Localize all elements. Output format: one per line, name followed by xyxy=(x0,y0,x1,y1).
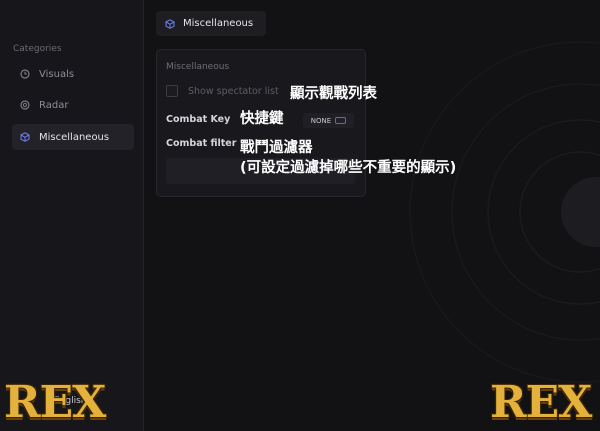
panel-title: Miscellaneous xyxy=(166,62,230,72)
sidebar-item-radar[interactable]: Radar xyxy=(12,92,134,118)
combat-key-annotation: 快捷鍵 xyxy=(240,111,284,127)
clock-icon xyxy=(20,69,30,79)
spectator-checkbox[interactable] xyxy=(166,85,178,97)
combat-filter-row: Combat filter xyxy=(166,138,236,149)
combat-filter-annotation-line2: (可設定過濾掉哪些不重要的顯示) xyxy=(240,160,457,176)
sidebar-item-visuals[interactable]: Visuals xyxy=(12,61,134,87)
rex-logo-left: REX xyxy=(4,377,106,428)
tab-label: Miscellaneous xyxy=(183,18,254,29)
spectator-annotation: 顯示觀戰列表 xyxy=(290,86,377,102)
combat-filter-annotation-line1: 戰鬥過濾器 xyxy=(240,140,313,156)
sidebar-item-label: Visuals xyxy=(39,68,75,80)
combat-key-button[interactable]: NONE xyxy=(303,113,354,128)
combat-key-row: Combat Key xyxy=(166,114,230,125)
spectator-label: Show spectator list xyxy=(188,85,279,97)
radar-icon xyxy=(20,100,30,110)
combat-filter-label: Combat filter xyxy=(166,138,237,149)
main-content: Miscellaneous Miscellaneous Show spectat… xyxy=(144,0,600,431)
combat-key-label: Combat Key xyxy=(166,114,231,125)
sidebar: Categories Visuals Radar Miscellaneous E… xyxy=(0,0,144,431)
categories-heading: Categories xyxy=(13,44,62,54)
combat-key-value: NONE xyxy=(310,116,332,125)
sidebar-item-label: Miscellaneous xyxy=(39,131,110,143)
tab-miscellaneous[interactable]: Miscellaneous xyxy=(156,11,266,36)
rex-logo-right: REX xyxy=(490,377,592,428)
sidebar-item-label: Radar xyxy=(39,99,69,111)
spectator-row: Show spectator list xyxy=(166,85,279,97)
cube-icon xyxy=(20,132,30,142)
sidebar-item-miscellaneous[interactable]: Miscellaneous xyxy=(12,124,134,150)
keyboard-icon xyxy=(335,117,347,124)
cube-icon xyxy=(165,18,175,29)
